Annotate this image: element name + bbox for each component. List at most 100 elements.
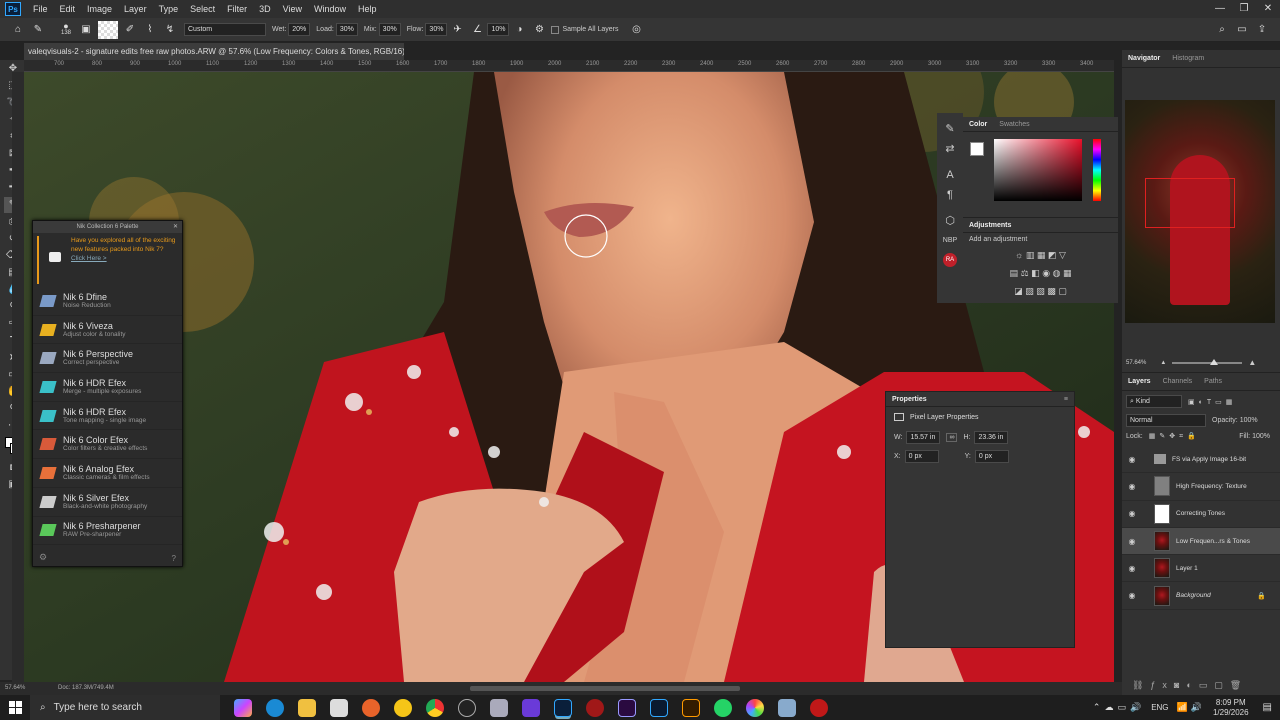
- nik-plugin-item[interactable]: Nik 6 Viveza Adjust color & tonality: [33, 316, 182, 345]
- layer-row[interactable]: ◉ Correcting Tones: [1122, 501, 1280, 528]
- illustrator-icon[interactable]: [682, 698, 700, 717]
- nik-plugin-item[interactable]: Nik 6 Perspective Correct perspective: [33, 344, 182, 374]
- nik-plugin-item[interactable]: Nik 6 Dfine Noise Reduction: [33, 287, 182, 316]
- tab-adjustments[interactable]: Adjustments: [963, 222, 1017, 229]
- eye-icon[interactable]: ◉: [1122, 482, 1142, 491]
- premiere-icon[interactable]: [618, 698, 636, 717]
- utility-icon[interactable]: [778, 698, 796, 717]
- load-field[interactable]: 30%: [335, 23, 358, 36]
- eye-icon[interactable]: ◉: [1122, 509, 1142, 518]
- sample-all-layers-checkbox[interactable]: [551, 25, 560, 34]
- gradient-map-icon[interactable]: ▩: [1047, 286, 1056, 296]
- notifications-icon[interactable]: ▤: [1263, 702, 1272, 713]
- nik-plugin-item[interactable]: Nik 6 Presharpener RAW Pre-sharpener: [33, 517, 182, 546]
- paragraph-panel-icon[interactable]: ¶: [937, 185, 963, 205]
- pressure-icon[interactable]: ◎: [628, 21, 644, 39]
- load-brush-icon[interactable]: ✐: [122, 21, 138, 39]
- levels-icon[interactable]: ▥: [1026, 250, 1035, 260]
- brush-settings-icon[interactable]: ▣: [78, 21, 94, 39]
- status-zoom[interactable]: 57.64%: [5, 685, 25, 691]
- threshold-icon[interactable]: ▧: [1036, 286, 1045, 296]
- curves-icon[interactable]: ▦: [1037, 250, 1046, 260]
- lock-icon[interactable]: 🔒: [1257, 592, 1266, 600]
- link-icon[interactable]: ∞: [946, 433, 958, 442]
- tab-color[interactable]: Color: [963, 121, 993, 128]
- tab-channels[interactable]: Channels: [1157, 378, 1199, 385]
- menu-help[interactable]: Help: [352, 4, 383, 14]
- store-icon[interactable]: [330, 698, 348, 717]
- menu-select[interactable]: Select: [184, 4, 221, 14]
- color-balance-icon[interactable]: ⚖: [1021, 268, 1029, 278]
- color-swatch-fg[interactable]: [970, 142, 984, 156]
- nik-plugin-item[interactable]: Nik 6 HDR Efex Merge - multiple exposures: [33, 373, 182, 402]
- nbp-panel-icon[interactable]: NBP: [937, 231, 963, 251]
- photo-filter-icon[interactable]: ◉: [1042, 268, 1050, 278]
- wet-field[interactable]: 20%: [288, 23, 311, 36]
- norton-icon[interactable]: [394, 698, 412, 717]
- nik-plugin-item[interactable]: Nik 6 Silver Efex Black-and-white photogr…: [33, 488, 182, 517]
- ra-panel-icon[interactable]: RA: [943, 253, 957, 267]
- invert-icon[interactable]: ◪: [1014, 286, 1023, 296]
- openai-icon[interactable]: [458, 698, 476, 717]
- x-field[interactable]: 0 px: [904, 450, 939, 463]
- file-explorer-icon[interactable]: [298, 698, 316, 717]
- hue-slider[interactable]: [1093, 139, 1101, 201]
- tab-navigator[interactable]: Navigator: [1122, 55, 1166, 62]
- language-indicator[interactable]: ENG: [1151, 703, 1168, 712]
- close-button[interactable]: ✕: [1256, 0, 1280, 18]
- blend-mode-dropdown[interactable]: Normal: [1126, 414, 1206, 427]
- color-app-icon[interactable]: [746, 698, 764, 717]
- navigator-view-box[interactable]: [1145, 178, 1235, 228]
- menu-3d[interactable]: 3D: [253, 4, 277, 14]
- smoothing-icon[interactable]: ◑: [511, 21, 527, 39]
- flow-field[interactable]: 30%: [425, 23, 448, 36]
- mix-field[interactable]: 30%: [378, 23, 401, 36]
- selective-color-icon[interactable]: ▢: [1058, 286, 1067, 296]
- document-tab[interactable]: valeqvisuals-2 - signature edits free ra…: [24, 43, 404, 60]
- clone-source-panel-icon[interactable]: ⇄: [937, 139, 963, 159]
- tray-icons[interactable]: ⌃☁▭🔊: [1093, 702, 1145, 713]
- eye-icon[interactable]: ◉: [1122, 537, 1142, 546]
- width-field[interactable]: 15.57 in: [906, 431, 941, 444]
- vibrance-icon[interactable]: ▽: [1059, 250, 1066, 260]
- chrome-icon[interactable]: [426, 698, 444, 717]
- bw-icon[interactable]: ◧: [1031, 268, 1040, 278]
- opacity-value[interactable]: 100%: [1240, 417, 1258, 424]
- system-tray-icons[interactable]: 📶🔊: [1177, 702, 1205, 713]
- edge-icon[interactable]: [266, 698, 284, 717]
- zoom-in-icon[interactable]: ▲: [1248, 358, 1256, 367]
- current-brush-load-swatch[interactable]: [98, 20, 118, 39]
- layer-row[interactable]: ◉ Low Frequen...rs & Tones: [1122, 527, 1280, 556]
- record-icon[interactable]: [810, 698, 828, 717]
- tab-properties[interactable]: Properties: [886, 396, 933, 403]
- taskbar-search[interactable]: ⌕ Type here to search: [30, 695, 220, 720]
- copilot-icon[interactable]: [234, 698, 252, 717]
- nik-palette-header[interactable]: Nik Collection 6 Palette ✕: [33, 221, 182, 233]
- brush-preset-picker[interactable]: ● 138: [58, 21, 74, 39]
- windows-start-icon[interactable]: [9, 701, 22, 714]
- lock-icons[interactable]: ▦✎✥⌗🔒: [1149, 432, 1200, 441]
- maximize-button[interactable]: ❐: [1232, 0, 1256, 18]
- search-icon[interactable]: ⌕: [1214, 21, 1230, 39]
- menu-file[interactable]: File: [27, 4, 54, 14]
- menu-image[interactable]: Image: [81, 4, 118, 14]
- brightness-icon[interactable]: ☼: [1015, 250, 1023, 260]
- nik-help-icon[interactable]: ?: [172, 554, 176, 563]
- menu-type[interactable]: Type: [153, 4, 185, 14]
- color-lookup-icon[interactable]: ▦: [1063, 268, 1072, 278]
- nik-plugin-item[interactable]: Nik 6 HDR Efex Tone mapping - single imag…: [33, 402, 182, 431]
- whatsapp-icon[interactable]: [714, 698, 732, 717]
- nik-plugin-item[interactable]: Nik 6 Analog Efex Classic cameras & film …: [33, 459, 182, 488]
- hue-sat-icon[interactable]: ▤: [1010, 268, 1019, 278]
- davinci-icon[interactable]: [586, 698, 604, 717]
- angle-field[interactable]: 10%: [487, 23, 510, 36]
- brush-options-icon[interactable]: ↯: [162, 21, 178, 39]
- app-icon[interactable]: [490, 698, 508, 717]
- clock[interactable]: 8:09 PM 1/29/2026: [1213, 698, 1249, 718]
- menu-layer[interactable]: Layer: [118, 4, 153, 14]
- menu-view[interactable]: View: [277, 4, 308, 14]
- firefox-icon[interactable]: [362, 698, 380, 717]
- eye-icon[interactable]: ◉: [1122, 455, 1142, 464]
- layer-row[interactable]: ◉ Layer 1: [1122, 555, 1280, 583]
- navigator-thumbnail[interactable]: [1125, 100, 1275, 323]
